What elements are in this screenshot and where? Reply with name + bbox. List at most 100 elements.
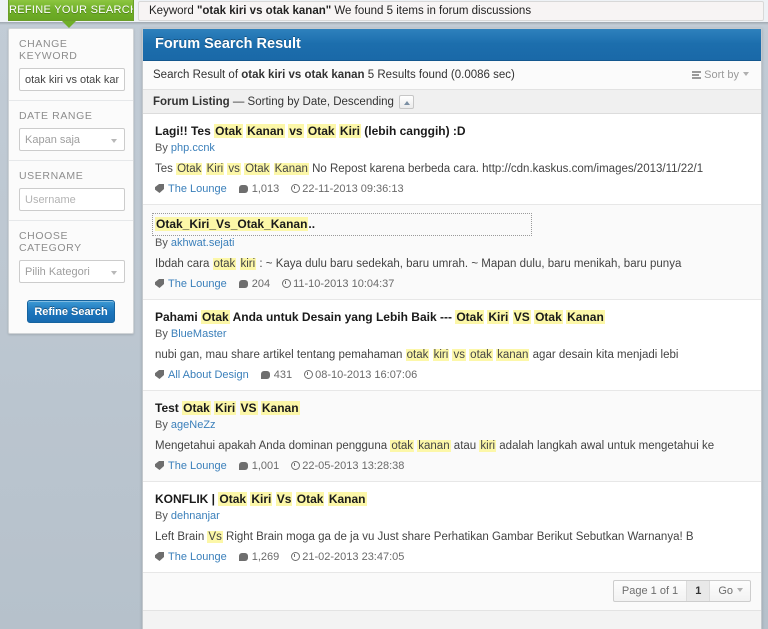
sidebar-group-date-range: DATE RANGE Kapan saja: [9, 101, 133, 161]
result-meta: The Lounge 1,013 22-11-2013 09:36:13: [155, 182, 751, 196]
tag-icon: [155, 461, 164, 470]
result-category-link[interactable]: All About Design: [168, 369, 249, 381]
result-author-link[interactable]: php.ccnk: [171, 142, 215, 154]
text-fragment: KONFLIK |: [155, 492, 219, 506]
tag-icon: [155, 184, 164, 193]
page-indicator: Page 1 of 1: [614, 581, 688, 601]
keyword-suffix: We found 5 items in forum discussions: [331, 5, 532, 17]
page-number-1[interactable]: 1: [687, 581, 711, 601]
result-date: 22-05-2013 13:28:38: [302, 460, 405, 472]
clock-icon: [291, 552, 301, 561]
highlighted-term: vs: [452, 349, 466, 361]
highlighted-term: Otak: [218, 492, 248, 506]
highlighted-term: Otak_Kiri_Vs_Otak_Kanan: [155, 217, 309, 231]
choose-category-select[interactable]: Pilih Kategori: [19, 260, 125, 283]
sidebar-group-choose-category: CHOOSE CATEGORY Pilih Kategori: [9, 221, 133, 292]
clock-icon: [291, 461, 301, 470]
result-category-link[interactable]: The Lounge: [168, 460, 227, 472]
result-meta: All About Design 431 08-10-2013 16:07:06: [155, 368, 751, 382]
highlighted-term: Kiri: [214, 401, 237, 415]
result-title-link[interactable]: Otak_Kiri_Vs_Otak_Kanan..: [152, 213, 532, 236]
result-item[interactable]: KONFLIK | Otak Kiri Vs Otak Kanan By dehn…: [143, 482, 761, 573]
result-category-link[interactable]: The Lounge: [168, 183, 227, 195]
result-item[interactable]: Lagi!! Tes Otak Kanan vs Otak Kiri (lebi…: [143, 114, 761, 205]
comment-bubble-icon: [238, 280, 248, 288]
pagination-row: Page 1 of 1 1 Go: [143, 573, 761, 611]
highlighted-term: Vs: [275, 492, 293, 506]
result-category-link[interactable]: The Lounge: [168, 551, 227, 563]
text-fragment: agar desain kita menjadi lebi: [529, 349, 679, 361]
highlighted-term: otak: [390, 440, 415, 452]
username-input[interactable]: [19, 188, 125, 211]
result-author-line: By akhwat.sejati: [155, 236, 751, 250]
chevron-down-icon: [111, 271, 117, 275]
highlighted-term: Kanan: [260, 401, 300, 415]
result-author-line: By BlueMaster: [155, 327, 751, 341]
result-author-link[interactable]: dehnanjar: [171, 510, 220, 522]
result-author-link[interactable]: ageNeZz: [171, 419, 216, 431]
refine-button-wrap: Refine Search: [9, 292, 133, 327]
panel-footer: [143, 611, 761, 629]
text-fragment: Pahami: [155, 310, 202, 324]
username-label: USERNAME: [19, 170, 84, 182]
summary-term: otak kiri vs otak kanan: [241, 69, 365, 81]
result-author-line: By ageNeZz: [155, 418, 751, 432]
highlighted-term: Kiri: [338, 124, 361, 138]
top-strip-shadow: [0, 22, 768, 25]
top-strip: REFINE YOUR SEARCH Keyword "otak kiri vs…: [0, 0, 768, 22]
result-author-link[interactable]: akhwat.sejati: [171, 237, 235, 249]
highlighted-term: VS: [512, 310, 531, 324]
highlighted-term: otak: [469, 349, 493, 361]
go-button[interactable]: Go: [710, 581, 750, 601]
result-title-link[interactable]: Pahami Otak Anda untuk Desain yang Lebih…: [155, 309, 751, 326]
highlighted-term: Kiri: [250, 492, 273, 506]
by-label: By: [155, 328, 171, 340]
result-reply-count: 1,001: [251, 460, 280, 472]
refine-your-search-tab[interactable]: REFINE YOUR SEARCH: [8, 0, 134, 21]
highlighted-term: Otak: [455, 310, 484, 324]
result-item[interactable]: Otak_Kiri_Vs_Otak_Kanan.. By akhwat.sejat…: [143, 205, 761, 300]
result-title-link[interactable]: Lagi!! Tes Otak Kanan vs Otak Kiri (lebi…: [155, 123, 751, 140]
result-title-link[interactable]: Test Otak Kiri VS Kanan: [155, 400, 751, 417]
result-snippet: Ibdah cara otak kiri : ~ Kaya dulu baru …: [155, 256, 751, 272]
highlighted-term: Otak: [176, 163, 203, 175]
result-author-line: By php.ccnk: [155, 141, 751, 155]
result-reply-count: 204: [251, 278, 271, 290]
result-snippet: nubi gan, mau share artikel tentang pema…: [155, 347, 751, 363]
result-snippet: Tes Otak Kiri vs Otak Kanan No Repost ka…: [155, 161, 751, 177]
tag-icon: [155, 279, 164, 288]
date-range-select[interactable]: Kapan saja: [19, 128, 125, 151]
chevron-down-icon: [737, 588, 743, 592]
by-label: By: [155, 510, 171, 522]
result-summary-bar: Search Result of otak kiri vs otak kanan…: [143, 61, 761, 90]
highlighted-term: Kiri: [487, 310, 510, 324]
tag-icon: [155, 552, 164, 561]
result-meta: The Lounge 1,269 21-02-2013 23:47:05: [155, 550, 751, 564]
highlighted-term: Otak: [214, 124, 243, 138]
text-fragment: Tes: [155, 163, 177, 175]
result-author-line: By dehnanjar: [155, 509, 751, 523]
change-keyword-label: CHANGE KEYWORD: [19, 38, 78, 62]
by-label: By: [155, 419, 171, 431]
change-keyword-input[interactable]: [19, 68, 125, 91]
keyword-quoted: "otak kiri vs otak kanan": [196, 5, 332, 17]
sort-by-dropdown[interactable]: Sort by: [686, 66, 755, 85]
result-date: 22-11-2013 09:36:13: [302, 183, 404, 195]
result-category-link[interactable]: The Lounge: [168, 278, 227, 290]
highlighted-term: VS: [239, 401, 258, 415]
text-fragment: Anda untuk Desain yang Lebih Baik ---: [229, 310, 456, 324]
result-reply-count: 1,269: [251, 551, 280, 563]
tab-pointer-arrow: [62, 21, 76, 28]
text-fragment: : ~ Kaya dulu baru sedekah, baru umrah. …: [256, 258, 682, 270]
result-item[interactable]: Test Otak Kiri VS Kanan By ageNeZz Mengeta…: [143, 391, 761, 482]
highlighted-term: otak: [405, 349, 430, 361]
result-item[interactable]: Pahami Otak Anda untuk Desain yang Lebih…: [143, 300, 761, 391]
chevron-down-icon: [111, 139, 117, 143]
chevron-up-icon[interactable]: [398, 94, 414, 109]
result-author-link[interactable]: BlueMaster: [171, 328, 227, 340]
text-fragment: Lagi!! Tes: [155, 124, 215, 138]
text-fragment: Test: [155, 401, 183, 415]
refine-search-button[interactable]: Refine Search: [27, 300, 115, 323]
result-title-link[interactable]: KONFLIK | Otak Kiri Vs Otak Kanan: [155, 491, 751, 508]
clock-icon: [282, 279, 292, 288]
